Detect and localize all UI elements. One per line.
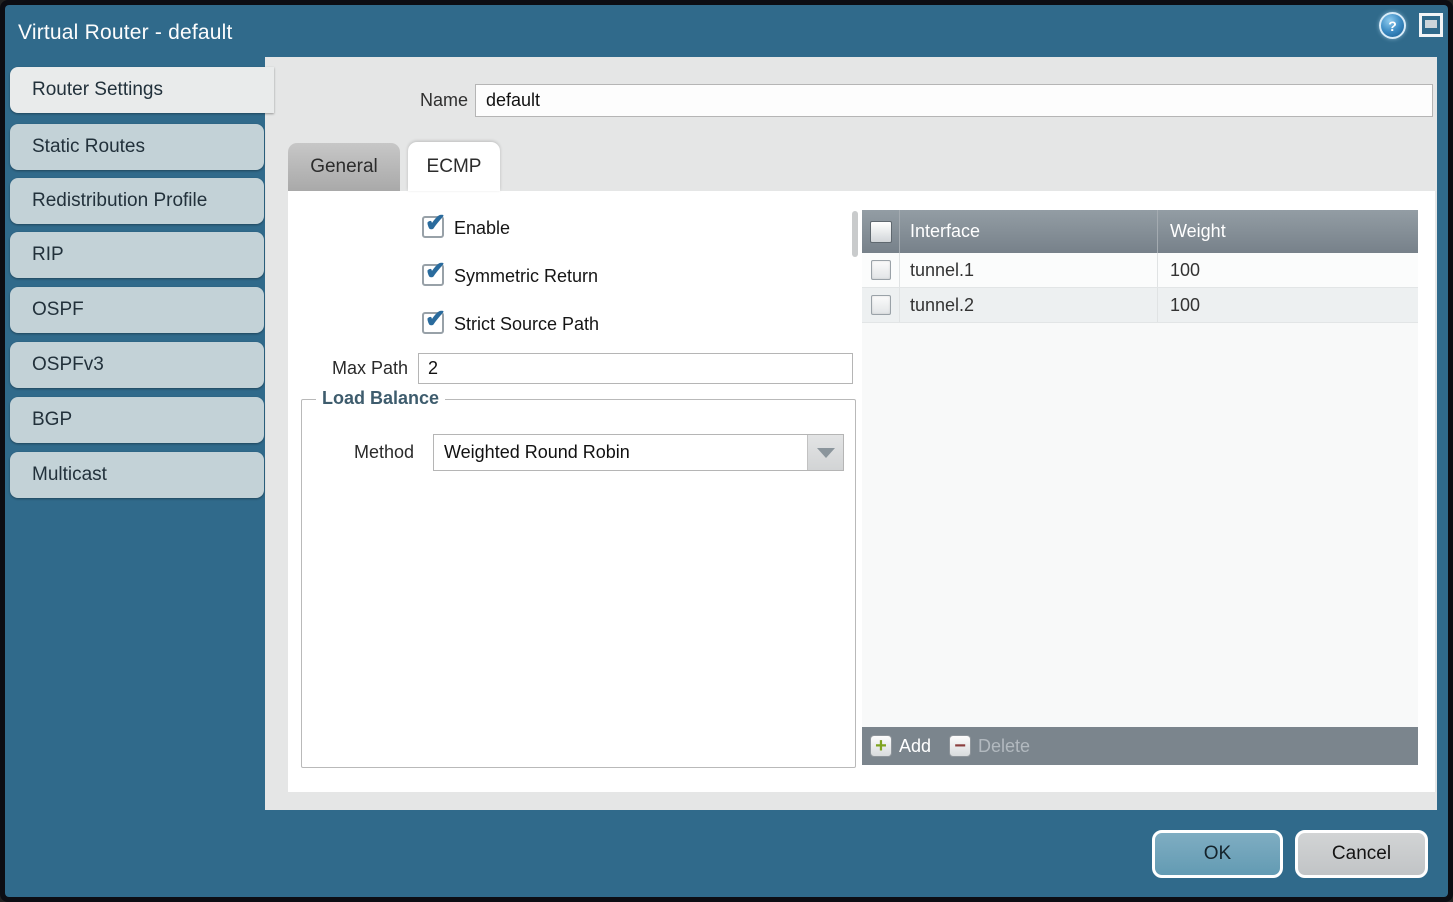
form-scrollbar-thumb[interactable] — [852, 211, 858, 257]
tab-ecmp[interactable]: ECMP — [408, 142, 500, 191]
max-path-input[interactable] — [418, 353, 853, 384]
cancel-button[interactable]: Cancel — [1295, 830, 1428, 878]
method-selected-value: Weighted Round Robin — [444, 435, 630, 470]
sidebar-item-label: OSPFv3 — [32, 354, 104, 375]
help-glyph: ? — [1388, 18, 1397, 34]
sidebar-item-label: BGP — [32, 409, 72, 430]
sidebar-item-ospf[interactable]: OSPF — [10, 287, 264, 333]
chevron-down-icon — [817, 448, 835, 458]
cancel-label: Cancel — [1332, 843, 1391, 865]
checkmark-icon: ✔ — [425, 256, 446, 286]
ecmp-interface-table: Interface Weight tunnel.1 100 — [862, 210, 1418, 765]
method-select[interactable]: Weighted Round Robin — [433, 434, 844, 471]
checkmark-icon: ✔ — [425, 208, 446, 238]
sidebar-item-label: Redistribution Profile — [32, 190, 207, 211]
table-row[interactable]: tunnel.1 100 — [862, 253, 1418, 288]
enable-checkbox[interactable]: ✔ — [422, 216, 444, 238]
max-path-label: Max Path — [288, 353, 408, 383]
sidebar-item-multicast[interactable]: Multicast — [10, 452, 264, 498]
ok-label: OK — [1204, 843, 1231, 865]
ecmp-tab-content: ✔ Enable ✔ Symmetric Return ✔ Strict Sou… — [288, 191, 1435, 792]
sidebar-item-rip[interactable]: RIP — [10, 232, 264, 278]
virtual-router-dialog: Virtual Router - default ? Router Settin… — [5, 5, 1448, 897]
ok-button[interactable]: OK — [1152, 830, 1283, 878]
header-checkbox-cell — [862, 210, 900, 253]
content-panel: Name General ECMP ✔ Enable ✔ Symmetric R… — [265, 57, 1437, 810]
method-label: Method — [302, 434, 414, 471]
enable-label: Enable — [454, 216, 510, 238]
row-checkbox-cell — [862, 253, 900, 287]
tab-general[interactable]: General — [288, 143, 400, 191]
sidebar-item-label: RIP — [32, 244, 64, 265]
weight-cell: 100 — [1158, 288, 1418, 322]
row-checkbox[interactable] — [871, 260, 891, 280]
table-toolbar: + Add − Delete — [862, 727, 1418, 765]
symmetric-return-label: Symmetric Return — [454, 264, 598, 286]
window-restore-inner — [1425, 20, 1437, 28]
tab-label: General — [310, 156, 378, 178]
strict-source-path-checkbox[interactable]: ✔ — [422, 312, 444, 334]
sidebar-item-label: Static Routes — [32, 136, 145, 157]
strict-source-path-label: Strict Source Path — [454, 312, 599, 334]
minus-glyph: − — [954, 738, 966, 754]
name-input[interactable] — [475, 84, 1433, 117]
add-icon[interactable]: + — [870, 735, 892, 757]
sidebar-item-bgp[interactable]: BGP — [10, 397, 264, 443]
interface-cell: tunnel.2 — [900, 288, 1158, 322]
weight-cell: 100 — [1158, 253, 1418, 287]
plus-glyph: + — [875, 737, 887, 755]
row-checkbox[interactable] — [871, 295, 891, 315]
column-header-weight[interactable]: Weight — [1158, 210, 1418, 253]
sidebar-item-static-routes[interactable]: Static Routes — [10, 124, 264, 170]
checkmark-icon: ✔ — [425, 304, 446, 334]
column-header-interface[interactable]: Interface — [900, 210, 1158, 253]
name-label: Name — [368, 84, 468, 117]
sidebar-item-label: OSPF — [32, 299, 84, 320]
select-all-checkbox[interactable] — [870, 221, 892, 243]
table-header: Interface Weight — [862, 210, 1418, 253]
tab-label: ECMP — [427, 156, 482, 178]
sidebar-item-label: Multicast — [32, 464, 107, 485]
table-empty-area — [862, 323, 1418, 727]
interface-cell: tunnel.1 — [900, 253, 1158, 287]
add-button[interactable]: Add — [899, 736, 931, 757]
delete-button[interactable]: Delete — [978, 736, 1030, 757]
row-checkbox-cell — [862, 288, 900, 322]
window-restore-icon[interactable] — [1419, 13, 1443, 37]
dialog-title: Virtual Router - default — [18, 15, 233, 51]
method-dropdown-button[interactable] — [807, 435, 843, 470]
sidebar-item-label: Router Settings — [32, 79, 163, 100]
help-icon[interactable]: ? — [1379, 12, 1406, 39]
sidebar-item-ospfv3[interactable]: OSPFv3 — [10, 342, 264, 388]
sidebar-item-router-settings[interactable]: Router Settings — [10, 67, 274, 113]
sidebar-item-redistribution-profile[interactable]: Redistribution Profile — [10, 178, 264, 224]
table-row[interactable]: tunnel.2 100 — [862, 288, 1418, 323]
window-frame: Virtual Router - default ? Router Settin… — [0, 0, 1453, 902]
symmetric-return-checkbox[interactable]: ✔ — [422, 264, 444, 286]
load-balance-legend: Load Balance — [316, 388, 445, 409]
delete-icon[interactable]: − — [949, 735, 971, 757]
load-balance-group: Load Balance Method Weighted Round Robin — [301, 399, 856, 768]
